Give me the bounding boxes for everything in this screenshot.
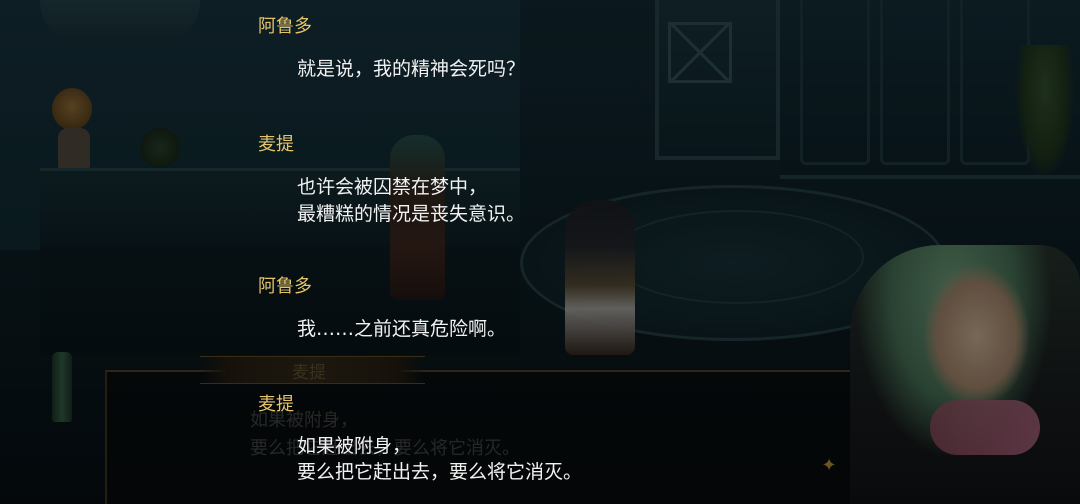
log-line: 最糟糕的情况是丧失意识。 [297, 203, 526, 225]
log-speaker-name: 阿鲁多 [258, 276, 312, 297]
log-line: 就是说，我的精神会死吗？ [297, 58, 526, 80]
log-line: 如果被附身， [297, 435, 412, 457]
dialogue-log[interactable]: 阿鲁多 就是说，我的精神会死吗？ 麦提 也许会被囚禁在梦中， 最糟糕的情况是丧失… [0, 0, 1080, 504]
log-speaker-name: 麦提 [258, 134, 294, 155]
log-line: 我……之前还真危险啊。 [297, 318, 507, 340]
log-line: 要么把它赶出去，要么将它消灭。 [297, 461, 583, 483]
log-speaker-name: 麦提 [258, 394, 294, 415]
log-line: 也许会被囚禁在梦中， [297, 176, 488, 198]
log-speaker-name: 阿鲁多 [258, 16, 312, 37]
